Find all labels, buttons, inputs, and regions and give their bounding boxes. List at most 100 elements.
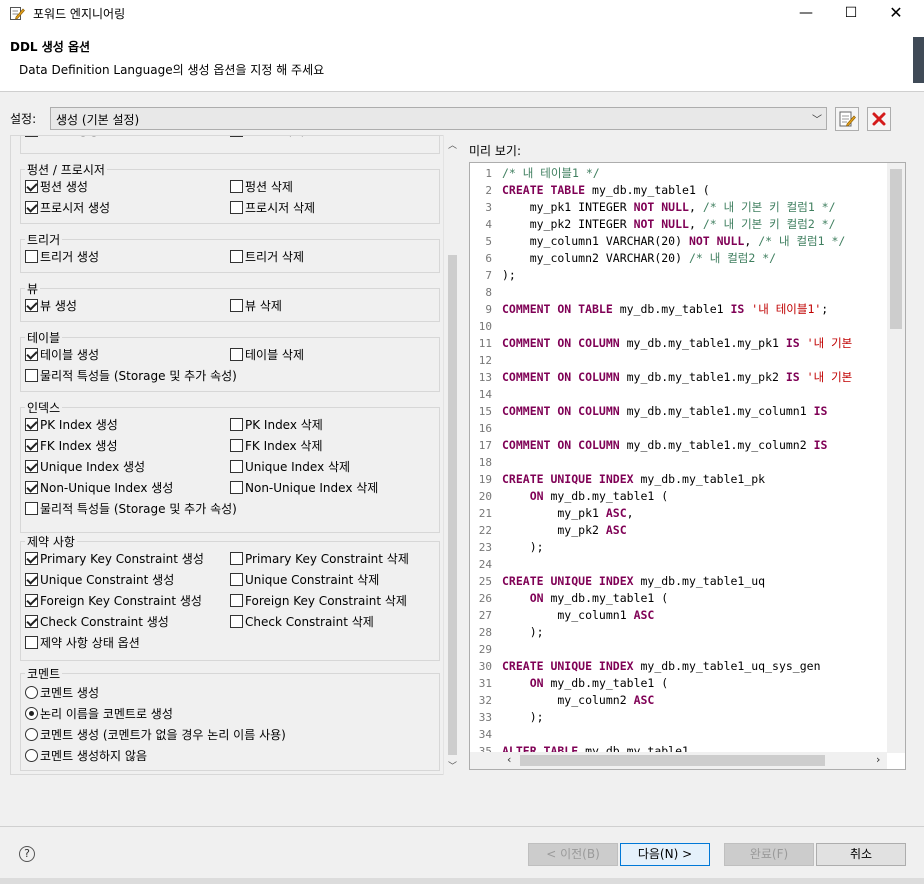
- checkbox[interactable]: [230, 180, 243, 193]
- checkbox-table-2[interactable]: 물리적 특성들 (Storage 및 추가 속성): [25, 368, 237, 384]
- checkbox-sequence-0[interactable]: 시퀀스 생성: [25, 136, 99, 139]
- preview-vertical-scrollbar[interactable]: ▲: [887, 163, 905, 753]
- checkbox-function-procedure-1[interactable]: 펑션 삭제: [230, 179, 293, 195]
- scroll-down-icon[interactable]: ﹀: [448, 759, 457, 772]
- checkbox-index-5[interactable]: Unique Index 삭제: [230, 459, 350, 475]
- checkbox[interactable]: [230, 573, 243, 586]
- next-button[interactable]: 다음(N) >: [620, 843, 710, 866]
- checkbox[interactable]: [230, 418, 243, 431]
- radio-button[interactable]: [25, 749, 38, 762]
- scroll-right-icon[interactable]: ›: [876, 753, 880, 766]
- radio-comment-0[interactable]: 코멘트 생성: [25, 685, 99, 701]
- checkbox-index-6[interactable]: Non-Unique Index 생성: [25, 480, 173, 496]
- checkbox[interactable]: [230, 439, 243, 452]
- checkbox-constraint-3[interactable]: Unique Constraint 삭제: [230, 572, 379, 588]
- checkbox[interactable]: [230, 481, 243, 494]
- preview-horizontal-scrollbar[interactable]: ‹ ›: [470, 752, 887, 769]
- checkbox[interactable]: [25, 180, 38, 193]
- checkbox-constraint-2[interactable]: Unique Constraint 생성: [25, 572, 174, 588]
- checkbox-index-1[interactable]: PK Index 삭제: [230, 417, 323, 433]
- checkbox-constraint-5[interactable]: Foreign Key Constraint 삭제: [230, 593, 407, 609]
- radio-comment-1[interactable]: 논리 이름을 코멘트로 생성: [25, 706, 173, 722]
- checkbox-function-procedure-2[interactable]: 프로시저 생성: [25, 200, 110, 216]
- settings-combo[interactable]: 생성 (기본 설정) ﹀: [50, 107, 827, 130]
- checkbox-constraint-4[interactable]: Foreign Key Constraint 생성: [25, 593, 202, 609]
- code-token: my_db.my_table1: [612, 302, 731, 316]
- checkbox[interactable]: [230, 594, 243, 607]
- checkbox-trigger-1[interactable]: 트리거 삭제: [230, 249, 304, 265]
- maximize-button[interactable]: ☐: [828, 0, 874, 27]
- edit-preset-button[interactable]: [835, 107, 859, 131]
- checkbox-table-0[interactable]: 테이블 생성: [25, 347, 99, 363]
- checkbox-constraint-7[interactable]: Check Constraint 삭제: [230, 614, 374, 630]
- checkbox[interactable]: [25, 573, 38, 586]
- checkbox[interactable]: [25, 460, 38, 473]
- checkbox[interactable]: [25, 299, 38, 312]
- checkbox-view-1[interactable]: 뷰 삭제: [230, 298, 282, 314]
- minimize-button[interactable]: —: [783, 0, 829, 27]
- options-scrollbar[interactable]: ︿ ﹀: [443, 135, 460, 775]
- preview-horizontal-thumb[interactable]: [520, 755, 825, 766]
- help-icon[interactable]: ?: [19, 846, 35, 862]
- checkbox-function-procedure-3[interactable]: 프로시저 삭제: [230, 200, 315, 216]
- checkbox[interactable]: [230, 348, 243, 361]
- checkbox[interactable]: [25, 418, 38, 431]
- radio-button[interactable]: [25, 686, 38, 699]
- checkbox[interactable]: [25, 250, 38, 263]
- radio-comment-3[interactable]: 코멘트 생성하지 않음: [25, 748, 147, 764]
- checkbox-trigger-0[interactable]: 트리거 생성: [25, 249, 99, 265]
- delete-preset-button[interactable]: [867, 107, 891, 131]
- preview-editor[interactable]: 1 /* 내 테이블1 */ 2 CREATE TABLE my_db.my_tabl…: [469, 162, 906, 770]
- checkbox-function-procedure-0[interactable]: 펑션 생성: [25, 179, 88, 195]
- options-scrollbar-thumb[interactable]: [448, 255, 457, 755]
- finish-button[interactable]: 완료(F): [724, 843, 814, 866]
- checkbox-sequence-1[interactable]: 시퀀스 삭제: [230, 136, 304, 139]
- checkbox[interactable]: [230, 615, 243, 628]
- code-token: ASC: [605, 506, 627, 520]
- checkbox[interactable]: [25, 636, 38, 649]
- checkbox[interactable]: [25, 439, 38, 452]
- checkbox[interactable]: [25, 201, 38, 214]
- checkbox-index-8[interactable]: 물리적 특성들 (Storage 및 추가 속성): [25, 501, 237, 517]
- checkbox-constraint-0[interactable]: Primary Key Constraint 생성: [25, 551, 204, 567]
- checkbox-index-0[interactable]: PK Index 생성: [25, 417, 118, 433]
- option-label: Unique Index 삭제: [245, 460, 351, 474]
- line-number: 1: [485, 167, 492, 180]
- checkbox-index-2[interactable]: FK Index 생성: [25, 438, 118, 454]
- checkbox[interactable]: [230, 201, 243, 214]
- checkbox[interactable]: [230, 460, 243, 473]
- checkbox-constraint-1[interactable]: Primary Key Constraint 삭제: [230, 551, 409, 567]
- checkbox[interactable]: [25, 369, 38, 382]
- code-token: );: [502, 268, 516, 282]
- checkbox[interactable]: [25, 552, 38, 565]
- code-line: 13 COMMENT ON COLUMN my_db.my_table1.my_p…: [470, 369, 880, 386]
- checkbox-index-4[interactable]: Unique Index 생성: [25, 459, 145, 475]
- radio-button[interactable]: [25, 707, 38, 720]
- radio-button[interactable]: [25, 728, 38, 741]
- checkbox[interactable]: [230, 250, 243, 263]
- checkbox[interactable]: [25, 481, 38, 494]
- radio-comment-2[interactable]: 코멘트 생성 (코멘트가 없을 경우 논리 이름 사용): [25, 727, 286, 743]
- checkbox-index-7[interactable]: Non-Unique Index 삭제: [230, 480, 378, 496]
- code-token: my_column1 VARCHAR(20): [502, 234, 689, 248]
- checkbox-constraint-6[interactable]: Check Constraint 생성: [25, 614, 169, 630]
- code-token: ON: [529, 591, 544, 605]
- checkbox-view-0[interactable]: 뷰 생성: [25, 298, 77, 314]
- close-window-button[interactable]: ✕: [873, 0, 919, 27]
- checkbox-constraint-8[interactable]: 제약 사항 상태 옵션: [25, 635, 140, 651]
- checkbox[interactable]: [230, 299, 243, 312]
- checkbox[interactable]: [25, 502, 38, 515]
- scroll-up-icon[interactable]: ︿: [448, 138, 457, 151]
- checkbox[interactable]: [230, 552, 243, 565]
- checkbox[interactable]: [230, 136, 243, 137]
- scroll-left-icon[interactable]: ‹: [507, 753, 511, 766]
- cancel-button[interactable]: 취소: [816, 843, 906, 866]
- back-button[interactable]: < 이전(B): [528, 843, 618, 866]
- preview-vertical-thumb[interactable]: [890, 169, 902, 329]
- checkbox[interactable]: [25, 615, 38, 628]
- checkbox[interactable]: [25, 136, 38, 137]
- checkbox[interactable]: [25, 594, 38, 607]
- checkbox-table-1[interactable]: 테이블 삭제: [230, 347, 304, 363]
- checkbox-index-3[interactable]: FK Index 삭제: [230, 438, 323, 454]
- checkbox[interactable]: [25, 348, 38, 361]
